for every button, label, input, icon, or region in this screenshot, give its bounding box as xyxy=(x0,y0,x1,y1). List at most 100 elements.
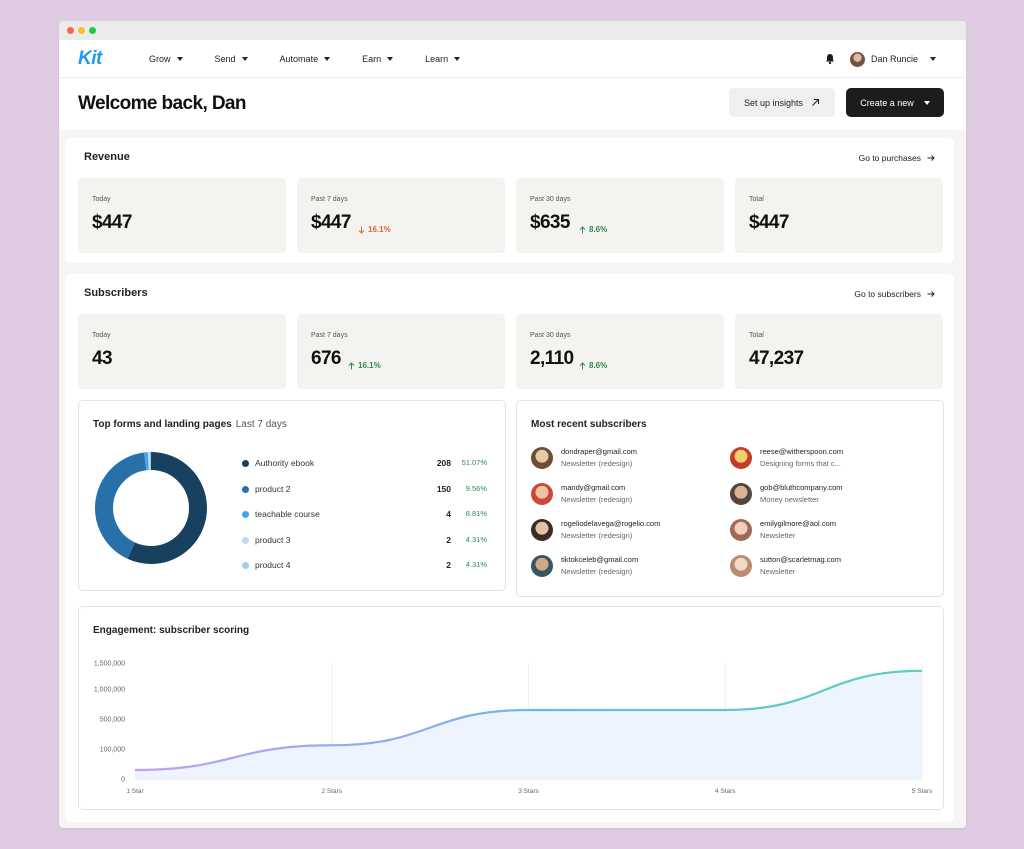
legend-dot xyxy=(242,485,249,493)
stat-label: Past 30 days xyxy=(530,196,571,203)
stat-label: Today xyxy=(92,196,111,203)
legend-row[interactable]: product 4 2 4.31% xyxy=(242,560,487,572)
kit-logo[interactable]: Kit xyxy=(78,48,149,70)
subscriber-item[interactable]: sutton@scarletmag.com Newsletter xyxy=(730,554,910,580)
stat-label: Past 7 days xyxy=(311,196,348,203)
user-area: Dan Runcie xyxy=(824,40,936,78)
arrow-right-icon xyxy=(927,155,935,161)
stat-label: Past 7 days xyxy=(311,332,348,339)
legend-row[interactable]: product 2 150 9.56% xyxy=(242,484,487,496)
engagement-panel: Engagement: subscriber scoring 1,500,000… xyxy=(78,606,944,810)
nav-earn-label: Earn xyxy=(362,53,382,64)
nav-learn[interactable]: Learn xyxy=(425,53,461,64)
delta-badge: 16.1% xyxy=(358,225,391,234)
legend-count: 150 xyxy=(436,483,451,494)
arrow-right-icon xyxy=(927,291,935,297)
go-to-subscribers-link[interactable]: Go to subscribers xyxy=(854,289,935,299)
subscriber-avatar xyxy=(531,519,553,541)
legend-count: 208 xyxy=(436,458,451,468)
subscriber-item[interactable]: tiktokceleb@gmail.com Newsletter (redesig… xyxy=(531,554,711,580)
nav-automate[interactable]: Automate xyxy=(280,54,331,64)
legend-dot xyxy=(242,460,249,467)
stat-value: $635 xyxy=(530,212,570,233)
arrow-down-icon xyxy=(358,226,365,234)
legend-percent: 8.81% xyxy=(465,509,487,518)
top-forms-title-text: Top forms and landing pages xyxy=(93,419,232,430)
window-titlebar xyxy=(59,21,966,40)
subscriber-email: reese@witherspoon.com xyxy=(760,447,844,456)
stat-label: Today xyxy=(92,332,111,339)
subscriber-item[interactable]: dondraper@gmail.com Newsletter (redesign) xyxy=(531,446,711,472)
legend-percent: 51.07% xyxy=(461,458,487,467)
bell-icon[interactable] xyxy=(824,53,836,65)
nav-send-label: Send xyxy=(214,53,236,64)
chevron-down-icon[interactable] xyxy=(930,57,936,61)
delta-badge: 16.1% xyxy=(348,361,381,370)
nav-grow-label: Grow xyxy=(149,53,171,64)
set-up-insights-button[interactable]: Set up insights xyxy=(729,88,835,117)
stat-label: Total xyxy=(749,196,764,203)
subscriber-item[interactable]: reese@witherspoon.com Designing forms tha… xyxy=(730,446,910,472)
arrow-up-icon xyxy=(579,361,586,369)
subscribers-stat-total: Total 47,237 xyxy=(735,314,943,389)
legend-dot xyxy=(242,511,249,518)
legend-row[interactable]: product 3 2 4.31% xyxy=(242,535,487,547)
subscriber-avatar xyxy=(730,483,752,505)
top-forms-period: Last 7 days xyxy=(235,419,287,430)
y-tick-label: 100,000 xyxy=(100,747,125,754)
legend-label: product 3 xyxy=(255,534,291,545)
subscriber-email: sutton@scarletmag.com xyxy=(760,555,841,564)
nav-learn-label: Learn xyxy=(425,53,449,64)
maximize-window-button[interactable] xyxy=(89,27,96,34)
x-tick-label: 5 Stars xyxy=(912,788,933,795)
subscriber-item[interactable]: rogeliodelavega@rogelio.com Newsletter (r… xyxy=(531,518,711,544)
legend-label: product 4 xyxy=(255,560,291,570)
x-tick-label: 4 Stars xyxy=(715,788,736,795)
subscriber-item[interactable]: mandy@gmail.com Newsletter (redesign) xyxy=(531,482,711,508)
legend-percent: 9.56% xyxy=(465,483,487,493)
revenue-title: Revenue xyxy=(84,151,130,163)
go-to-purchases-link[interactable]: Go to purchases xyxy=(859,153,935,163)
subscriber-email: dondraper@gmail.com xyxy=(561,447,637,456)
create-new-button[interactable]: Create a new xyxy=(846,88,944,117)
legend-count: 2 xyxy=(446,534,451,545)
stat-value: 676 xyxy=(311,348,342,369)
y-tick-label: 500,000 xyxy=(100,717,125,724)
stat-label: Total xyxy=(749,332,764,339)
legend-count: 2 xyxy=(446,560,451,570)
app-window: Kit Grow Send Automate Earn Learn Dan Ru… xyxy=(59,21,966,828)
subscriber-list: Newsletter (redesign) xyxy=(561,459,633,468)
subscriber-list: Newsletter (redesign) xyxy=(561,567,633,576)
nav-earn[interactable]: Earn xyxy=(362,53,394,64)
revenue-card: Revenue Go to purchases Today $447 Past … xyxy=(65,138,954,263)
arrow-up-icon xyxy=(348,361,355,369)
subscriber-item[interactable]: gob@bluthcompany.com Money newsletter xyxy=(730,482,910,508)
legend-label: teachable course xyxy=(255,509,320,519)
nav-send[interactable]: Send xyxy=(215,54,248,64)
revenue-stat-today: Today $447 xyxy=(78,178,286,253)
go-to-purchases-label: Go to purchases xyxy=(858,153,921,163)
close-window-button[interactable] xyxy=(67,27,74,34)
legend-row[interactable]: teachable course 4 8.81% xyxy=(242,509,487,521)
delta-value: 16.1% xyxy=(358,361,381,370)
user-name[interactable]: Dan Runcie xyxy=(871,54,918,64)
nav-grow[interactable]: Grow xyxy=(149,54,183,64)
y-tick-label: 1,500,000 xyxy=(94,661,125,668)
legend-row[interactable]: Authority ebook 208 51.07% xyxy=(242,458,487,470)
x-tick-label: 3 Stars xyxy=(518,788,539,795)
subscriber-list: Newsletter (redesign) xyxy=(561,495,633,504)
stat-value: $447 xyxy=(749,212,789,233)
minimize-window-button[interactable] xyxy=(78,27,85,34)
top-forms-title: Top forms and landing pages Last 7 days xyxy=(93,419,287,430)
go-to-subscribers-label: Go to subscribers xyxy=(854,289,921,299)
revenue-stat-7-days: Past 7 days $447 16.1% xyxy=(297,178,505,253)
subscriber-item[interactable]: emilygilmore@aol.com Newsletter xyxy=(730,518,910,544)
chevron-down-icon xyxy=(241,56,248,61)
chevron-down-icon xyxy=(324,56,331,61)
stat-value: 43 xyxy=(92,348,113,369)
subscriber-avatar xyxy=(531,447,553,469)
x-tick-label: 2 Stars xyxy=(321,788,342,795)
set-up-insights-label: Set up insights xyxy=(743,97,804,108)
arrow-up-icon xyxy=(579,225,586,233)
user-avatar[interactable] xyxy=(849,51,865,67)
